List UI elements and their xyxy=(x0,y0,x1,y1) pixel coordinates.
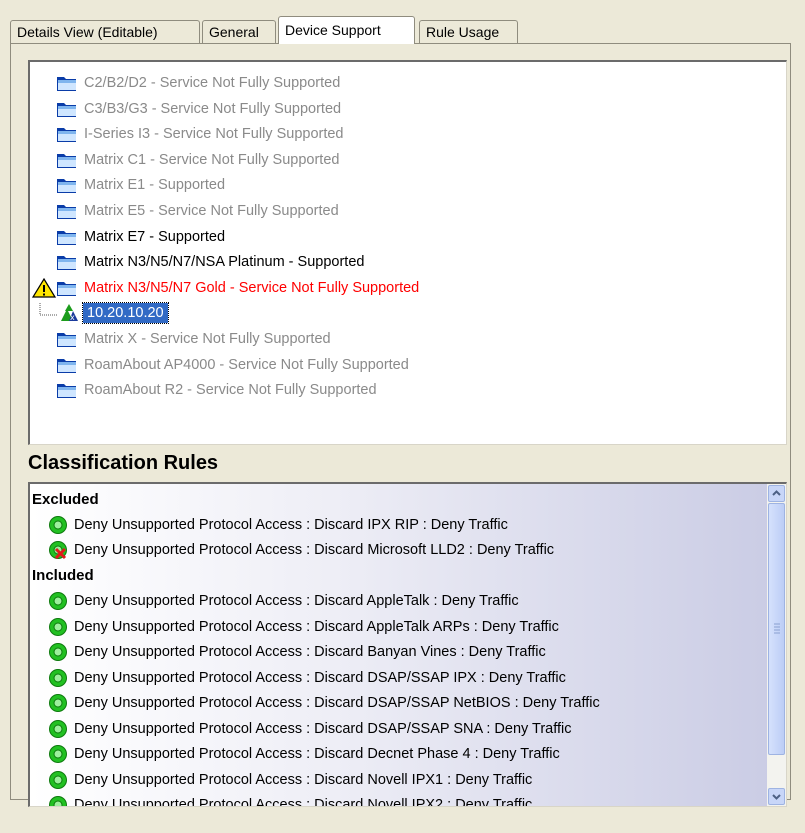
tree-item-label: Matrix E1 - Supported xyxy=(84,177,226,194)
vertical-scrollbar[interactable] xyxy=(767,484,786,806)
grip-icon xyxy=(774,623,780,634)
tree-item-label: Matrix E7 - Supported xyxy=(84,228,226,245)
rule-status-icon xyxy=(49,745,67,763)
classification-rules-title: Classification Rules xyxy=(28,452,219,474)
tree-item[interactable]: Matrix C1 - Service Not Fully Supported xyxy=(56,148,339,172)
rule-item-label: Deny Unsupported Protocol Access : Disca… xyxy=(74,644,546,660)
scroll-up-button[interactable] xyxy=(768,485,785,502)
rule-status-icon xyxy=(49,668,67,687)
device-tree[interactable]: C2/B2/D2 - Service Not Fully Supported C3… xyxy=(28,60,787,445)
folder-icon xyxy=(57,153,76,168)
tree-item[interactable]: RoamAbout R2 - Service Not Fully Support… xyxy=(56,378,377,402)
rule-status-icon xyxy=(49,617,67,636)
tree-item-label: Matrix C1 - Service Not Fully Supported xyxy=(84,151,340,168)
folder-icon xyxy=(57,358,76,373)
rule-item-label: Deny Unsupported Protocol Access : Disca… xyxy=(74,746,560,762)
rule-item[interactable]: Deny Unsupported Protocol Access : Disca… xyxy=(48,768,532,792)
rule-item-label: Deny Unsupported Protocol Access : Disca… xyxy=(74,797,533,807)
tree-item-label: I-Series I3 - Service Not Fully Supporte… xyxy=(84,126,344,143)
tree-item[interactable]: I-Series I3 - Service Not Fully Supporte… xyxy=(56,122,344,146)
tree-item-label: Matrix E5 - Service Not Fully Supported xyxy=(84,203,339,219)
rule-status-icon xyxy=(49,592,67,610)
tree-item-label: Matrix X - Service Not Fully Supported xyxy=(84,331,331,347)
rule-status-icon xyxy=(49,643,67,661)
tree-connector-icon xyxy=(39,303,57,316)
folder-icon xyxy=(57,256,76,271)
tree-item-label: RoamAbout R2 - Service Not Fully Support… xyxy=(84,382,377,399)
rule-item[interactable]: Deny Unsupported Protocol Access : Disca… xyxy=(48,513,508,537)
rule-item-label: Deny Unsupported Protocol Access : Disca… xyxy=(74,669,566,686)
tree-item-label: C3/B3/G3 - Service Not Fully Supported xyxy=(84,100,342,117)
rule-item-label: Deny Unsupported Protocol Access : Disca… xyxy=(74,516,508,533)
folder-icon xyxy=(57,179,76,194)
network-device-icon: x xyxy=(61,304,78,322)
rule-item[interactable]: Deny Unsupported Protocol Access : Disca… xyxy=(48,615,559,639)
tab-device-support[interactable]: Device Support xyxy=(278,16,415,44)
folder-icon xyxy=(57,230,76,245)
scroll-down-button[interactable] xyxy=(768,788,785,805)
rule-item-label: Deny Unsupported Protocol Access : Disca… xyxy=(74,695,600,711)
classification-rules-list[interactable]: Excluded Deny Unsupported Protocol Access… xyxy=(28,482,787,807)
device-ip-label: 10.20.10.20 xyxy=(82,302,169,325)
rule-item-label: Deny Unsupported Protocol Access : Disca… xyxy=(74,771,533,788)
folder-icon xyxy=(57,333,76,347)
tree-item[interactable]: Matrix N3/N5/N7/NSA Platinum - Supported xyxy=(56,250,364,274)
device-support-window: Details View (Editable) General Device S… xyxy=(0,0,805,833)
rule-item[interactable]: Deny Unsupported Protocol Access : Disca… xyxy=(48,717,572,741)
tree-item-label: Matrix N3/N5/N7/NSA Platinum - Supported xyxy=(84,254,365,271)
tree-item-label: Matrix N3/N5/N7 Gold - Service Not Fully… xyxy=(84,279,420,296)
rule-item[interactable]: Deny Unsupported Protocol Access : Disca… xyxy=(48,793,533,807)
folder-icon xyxy=(57,205,76,219)
chevron-up-icon xyxy=(772,490,781,496)
rule-item-label: Deny Unsupported Protocol Access : Disca… xyxy=(74,720,572,737)
tree-item-label: C2/B2/D2 - Service Not Fully Supported xyxy=(84,75,341,91)
warning-icon xyxy=(32,277,56,298)
rule-item[interactable]: Deny Unsupported Protocol Access : Disca… xyxy=(48,691,600,715)
tree-item[interactable]: C3/B3/G3 - Service Not Fully Supported xyxy=(56,97,341,121)
rule-item-label: Deny Unsupported Protocol Access : Disca… xyxy=(74,618,559,635)
tree-item[interactable]: Matrix X - Service Not Fully Supported xyxy=(56,327,331,351)
tree-item[interactable]: Matrix N3/N5/N7 Gold - Service Not Fully… xyxy=(32,276,419,300)
rule-status-icon xyxy=(49,770,67,789)
tree-child-device[interactable]: x 10.20.10.20 xyxy=(38,301,169,325)
tree-item-label: RoamAbout AP4000 - Service Not Fully Sup… xyxy=(84,356,409,373)
svg-text:x: x xyxy=(70,313,75,322)
rule-item[interactable]: Deny Unsupported Protocol Access : Disca… xyxy=(48,538,554,562)
rule-item[interactable]: Deny Unsupported Protocol Access : Disca… xyxy=(48,742,560,766)
rule-status-icon xyxy=(49,719,67,738)
tab-rule-usage[interactable]: Rule Usage xyxy=(419,20,518,43)
folder-icon xyxy=(57,384,76,399)
tree-item[interactable]: Matrix E5 - Service Not Fully Supported xyxy=(56,199,339,223)
chevron-down-icon xyxy=(772,794,781,800)
tab-details-view[interactable]: Details View (Editable) xyxy=(10,20,200,43)
rule-status-icon xyxy=(49,515,67,534)
rule-status-icon xyxy=(49,694,67,712)
tree-item[interactable]: Matrix E1 - Supported xyxy=(56,173,225,197)
tree-item[interactable]: Matrix E7 - Supported xyxy=(56,225,225,249)
rule-error-icon xyxy=(49,541,67,560)
rule-item[interactable]: Deny Unsupported Protocol Access : Disca… xyxy=(48,640,546,664)
rule-status-icon xyxy=(49,796,67,806)
excluded-group-header[interactable]: Excluded xyxy=(32,487,99,511)
scroll-thumb[interactable] xyxy=(768,503,785,755)
included-group-header[interactable]: Included xyxy=(32,564,94,588)
folder-icon xyxy=(57,128,76,143)
rule-item[interactable]: Deny Unsupported Protocol Access : Disca… xyxy=(48,666,566,690)
rule-item[interactable]: Deny Unsupported Protocol Access : Disca… xyxy=(48,589,519,613)
rule-item-label: Deny Unsupported Protocol Access : Disca… xyxy=(74,593,519,609)
rule-item-label: Deny Unsupported Protocol Access : Disca… xyxy=(74,542,555,558)
folder-icon xyxy=(57,77,76,91)
tree-item[interactable]: C2/B2/D2 - Service Not Fully Supported xyxy=(56,71,340,95)
tree-item[interactable]: RoamAbout AP4000 - Service Not Fully Sup… xyxy=(56,353,409,377)
tab-general[interactable]: General xyxy=(202,20,276,43)
folder-icon xyxy=(57,281,76,296)
folder-icon xyxy=(57,102,76,117)
